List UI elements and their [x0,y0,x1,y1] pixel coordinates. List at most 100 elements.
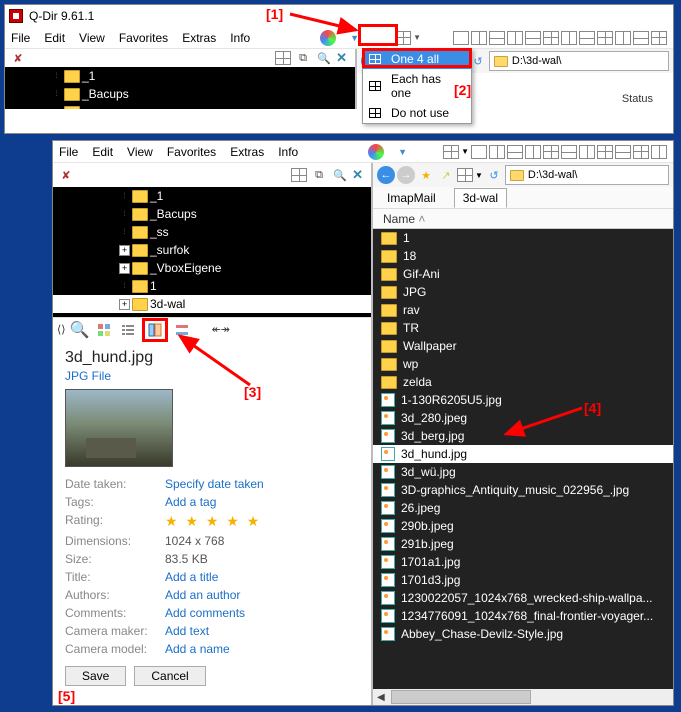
menu-favorites[interactable]: Favorites [119,31,168,45]
file-row[interactable]: 3d_berg.jpg [373,427,673,445]
layout-1-icon[interactable] [453,31,469,45]
tree-row[interactable]: +_surfok [53,241,371,259]
layout-mini-icon[interactable] [291,168,307,182]
layout-6-icon[interactable] [579,31,595,45]
menu-edit[interactable]: Edit [44,31,65,45]
column-header[interactable]: Name [373,209,673,229]
file-row[interactable]: 1234776091_1024x768_final-frontier-voyag… [373,607,673,625]
file-row[interactable]: 1701a1.jpg [373,553,673,571]
file-row[interactable]: wp [373,355,673,373]
tree-row[interactable]: +_VboxEigene [53,259,371,277]
back-arrow-icon[interactable]: ← [377,166,395,184]
file-row[interactable]: 3D-graphics_Antiquity_music_022956_.jpg [373,481,673,499]
layout-icon[interactable] [543,145,559,159]
file-list[interactable]: 118Gif-AniJPGravTRWallpaperwpzelda1-130R… [373,229,673,705]
file-row[interactable]: 1-130R6205U5.jpg [373,391,673,409]
file-row[interactable]: 26.jpeg [373,499,673,517]
rating-stars[interactable]: ★ ★ ★ ★ ★ [165,513,359,530]
file-row[interactable]: JPG [373,283,673,301]
settings-icon[interactable] [172,321,192,339]
folder-tree-bottom[interactable]: ⋮_1⋮_Bacups⋮_ss+_surfok+_VboxEigene⋮1+3d… [53,187,371,317]
layout-icon[interactable] [597,145,613,159]
refresh-icon[interactable]: ↻ [485,166,503,184]
layout-5-icon[interactable] [561,31,577,45]
file-row[interactable]: Wallpaper [373,337,673,355]
column-name[interactable]: Name [383,212,425,226]
copy-icon[interactable]: ⧉ [294,49,312,67]
layout-10-icon[interactable] [651,31,667,45]
expand-icon[interactable]: + [119,245,130,256]
file-row[interactable]: Gif-Ani [373,265,673,283]
layout-icon[interactable] [561,145,577,159]
globe-icon[interactable] [320,30,336,46]
horizontal-scrollbar[interactable]: ◀ [373,689,673,705]
file-row[interactable]: 1701d3.jpg [373,571,673,589]
hammer-icon[interactable]: ✘ [9,49,27,67]
crumb-imapmail[interactable]: ImapMail [379,189,444,207]
layout-9-icon[interactable] [633,31,649,45]
layout-icon[interactable] [651,145,667,159]
tree-row[interactable]: ⋮1 [53,277,371,295]
crumb-3dwal[interactable]: 3d-wal [454,188,507,208]
layout-mini-icon[interactable] [275,51,291,65]
menu-extras[interactable]: Extras [182,31,216,45]
folder-tree-top[interactable]: ⋮_1 ⋮_Bacups ⋮_ss [5,67,355,109]
file-row[interactable]: 18 [373,247,673,265]
star-icon[interactable]: ★ [417,166,435,184]
file-row[interactable]: zelda [373,373,673,391]
expand-icon[interactable]: + [119,263,130,274]
layout-3b-icon[interactable] [525,31,541,45]
forward-arrow-icon[interactable]: → [397,166,415,184]
layout-4b-icon[interactable] [543,31,559,45]
tree-row[interactable]: ⋮_Bacups [53,205,371,223]
file-row[interactable]: 1 [373,229,673,247]
file-row[interactable]: 3d_wü.jpg [373,463,673,481]
menu-info[interactable]: Info [278,145,298,159]
expand-icon[interactable]: ↞↠ [212,323,230,336]
menu-edit[interactable]: Edit [92,145,113,159]
layout-2v-icon[interactable] [471,31,487,45]
layout-icon[interactable] [579,145,595,159]
chevron-down-icon[interactable]: ▼ [350,33,359,43]
layout-8-icon[interactable] [615,31,631,45]
layout-3a-icon[interactable] [507,31,523,45]
address-input[interactable]: D:\3d-wal\ [489,51,669,71]
titlebar[interactable]: Q-Dir 9.61.1 [5,5,673,27]
file-row[interactable]: rav [373,301,673,319]
file-row[interactable]: 3d_hund.jpg [373,445,673,463]
tree-row[interactable]: +3d-wal [53,295,371,313]
layout-icon[interactable] [471,145,487,159]
tree-row[interactable]: ⋮_ss [53,223,371,241]
dropdown-item-each[interactable]: Each has one [363,69,471,103]
copy-icon[interactable]: ⧉ [310,166,328,184]
cancel-button[interactable]: Cancel [134,666,205,686]
file-row[interactable]: TR [373,319,673,337]
thumbs-icon[interactable] [94,321,114,339]
menu-view[interactable]: View [127,145,153,159]
menu-file[interactable]: File [11,31,30,45]
file-row[interactable]: 3d_280.jpeg [373,409,673,427]
zoom-icon[interactable]: 🔍 [70,321,90,339]
layout-icon[interactable] [633,145,649,159]
file-row[interactable]: 1230022057_1024x768_wrecked-ship-wallpa.… [373,589,673,607]
grid-icon[interactable] [457,168,473,182]
file-row[interactable]: 290b.jpeg [373,517,673,535]
layout-2h-icon[interactable] [489,31,505,45]
dropdown-item-none[interactable]: Do not use [363,103,471,123]
layout-7-icon[interactable] [597,31,613,45]
file-row[interactable]: Abbey_Chase-Devilz-Style.jpg [373,625,673,643]
globe-icon[interactable] [368,144,384,160]
layout-4-icon[interactable] [395,31,411,45]
save-button[interactable]: Save [65,666,126,686]
menu-info[interactable]: Info [230,31,250,45]
list-icon[interactable] [118,321,138,339]
hammer-icon[interactable]: ✘ [57,166,75,184]
dropdown-item-one4all[interactable]: One 4 all [363,49,471,69]
file-row[interactable]: 291b.jpeg [373,535,673,553]
search-icon[interactable]: 🔍 [315,49,333,67]
tree-row[interactable]: ⋮_1 [53,187,371,205]
layout-icon[interactable] [489,145,505,159]
details-pane-icon[interactable] [142,318,168,342]
address-input[interactable]: D:\3d-wal\ [505,165,669,185]
close-pane-icon[interactable]: ✕ [352,167,367,183]
